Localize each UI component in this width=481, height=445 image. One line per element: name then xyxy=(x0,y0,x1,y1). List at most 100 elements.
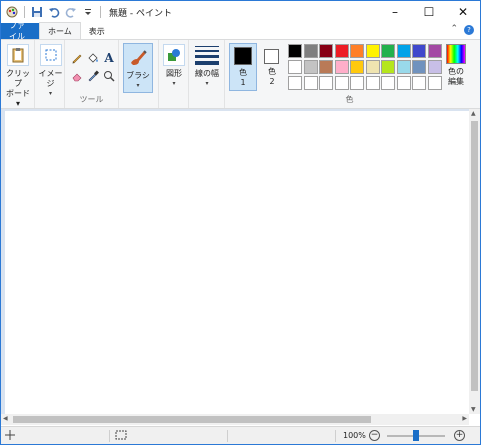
drawing-canvas[interactable] xyxy=(5,111,469,414)
status-divider-1 xyxy=(109,430,110,442)
palette-swatch[interactable] xyxy=(288,76,302,90)
palette-swatch[interactable] xyxy=(334,44,349,58)
magnifier-icon[interactable] xyxy=(101,68,117,84)
palette-swatch[interactable] xyxy=(412,76,426,90)
edit-colors-label-2: 編集 xyxy=(448,77,464,86)
ribbon-tabs: ファイル ホーム 表示 ⌃ ? xyxy=(1,21,480,41)
pencil-icon[interactable] xyxy=(69,50,85,66)
palette-swatch[interactable] xyxy=(334,60,349,74)
palette-swatch[interactable] xyxy=(350,76,364,90)
zoom-in-button[interactable]: + xyxy=(454,430,465,441)
vertical-scroll-thumb[interactable] xyxy=(471,121,478,391)
size-button[interactable]: 線の幅 ▾ xyxy=(191,44,223,89)
clipboard-label: クリップ xyxy=(6,69,30,88)
palette-swatch[interactable] xyxy=(427,44,442,58)
color1-label: 色 1 xyxy=(230,68,256,88)
palette-swatch[interactable] xyxy=(288,60,302,74)
zoom-slider-thumb[interactable] xyxy=(413,430,419,441)
palette-swatch[interactable] xyxy=(365,44,380,58)
color2-label-num: 2 xyxy=(269,77,275,86)
tab-home[interactable]: ホーム xyxy=(39,22,81,39)
image-label: イメージ xyxy=(38,69,63,88)
palette-swatch[interactable] xyxy=(427,60,442,74)
text-tool-icon[interactable]: A xyxy=(101,50,117,66)
tools-group: A ツール xyxy=(65,40,119,108)
size-group: 線の幅 ▾ xyxy=(189,40,225,108)
palette-swatch[interactable] xyxy=(396,76,411,90)
palette-swatch[interactable] xyxy=(319,60,333,74)
scroll-left-icon[interactable]: ◀ xyxy=(3,415,8,422)
window-controls: – ☐ ✕ xyxy=(378,1,480,23)
palette-swatch[interactable] xyxy=(319,44,333,58)
palette-swatch[interactable] xyxy=(381,44,395,58)
palette-swatch[interactable] xyxy=(303,60,318,74)
palette-swatch[interactable] xyxy=(319,76,333,90)
workspace xyxy=(1,109,469,414)
clipboard-label-2: ボード▾ xyxy=(6,89,30,108)
clipboard-group: クリップ ボード▾ xyxy=(1,40,35,108)
palette-swatch[interactable] xyxy=(303,44,318,58)
tab-file[interactable]: ファイル xyxy=(1,21,39,41)
colors-group-label: 色 xyxy=(345,95,354,104)
scroll-right-icon[interactable]: ▶ xyxy=(462,415,467,422)
shapes-dropdown-arrow: ▾ xyxy=(172,80,176,87)
color2-label-text: 色 xyxy=(268,67,276,76)
color2-label: 色 2 xyxy=(259,67,285,87)
save-icon[interactable] xyxy=(30,5,44,19)
help-icon[interactable]: ? xyxy=(464,25,474,35)
palette-swatch[interactable] xyxy=(365,76,380,90)
select-icon xyxy=(39,44,62,66)
edit-colors-button[interactable]: 色の 編集 xyxy=(443,44,469,87)
tab-view[interactable]: 表示 xyxy=(81,23,113,39)
customize-quick-access-icon[interactable] xyxy=(81,5,95,19)
line-width-icon xyxy=(195,44,219,66)
palette-swatch[interactable] xyxy=(412,44,426,58)
color-picker-icon[interactable] xyxy=(85,68,101,84)
image-button[interactable]: イメージ ▾ xyxy=(37,44,64,99)
size-dropdown-arrow: ▾ xyxy=(205,80,209,87)
color1-label-text: 色 xyxy=(239,68,247,77)
shapes-button[interactable]: 図形 ▾ xyxy=(161,44,187,89)
palette-swatch[interactable] xyxy=(381,60,395,74)
palette-swatch[interactable] xyxy=(381,76,395,90)
maximize-button[interactable]: ☐ xyxy=(412,1,446,23)
color1-button[interactable]: 色 1 xyxy=(229,43,257,91)
window-title: 無題 - ペイント xyxy=(109,8,172,19)
undo-icon[interactable] xyxy=(47,5,61,19)
scroll-down-icon[interactable]: ▼ xyxy=(471,406,476,413)
redo-icon[interactable] xyxy=(64,5,78,19)
shapes-icon xyxy=(163,44,185,66)
palette-swatch[interactable] xyxy=(427,76,442,90)
palette-swatch[interactable] xyxy=(350,60,364,74)
palette-swatch[interactable] xyxy=(365,60,380,74)
zoom-out-button[interactable]: − xyxy=(369,430,380,441)
clipboard-icon xyxy=(7,44,29,66)
palette-swatch[interactable] xyxy=(288,44,302,58)
cursor-position-icon xyxy=(5,430,15,442)
palette-swatch[interactable] xyxy=(396,44,411,58)
clipboard-button[interactable]: クリップ ボード▾ xyxy=(5,44,31,109)
horizontal-scrollbar[interactable]: ◀ ▶ xyxy=(1,414,469,425)
close-button[interactable]: ✕ xyxy=(446,1,480,23)
scroll-up-icon[interactable]: ▲ xyxy=(471,110,476,117)
brushes-group xyxy=(119,40,159,108)
palette-swatch[interactable] xyxy=(303,76,318,90)
palette-swatch[interactable] xyxy=(396,60,411,74)
fill-bucket-icon[interactable] xyxy=(85,50,101,66)
color1-label-num: 1 xyxy=(240,78,246,87)
palette-swatch[interactable] xyxy=(412,60,426,74)
color2-swatch xyxy=(264,49,279,64)
horizontal-scroll-thumb[interactable] xyxy=(13,416,371,423)
eraser-icon[interactable] xyxy=(69,68,85,84)
paint-app-icon[interactable] xyxy=(5,5,19,19)
vertical-scrollbar[interactable]: ▲ ▼ xyxy=(469,109,480,414)
palette-swatch[interactable] xyxy=(334,76,349,90)
collapse-ribbon-icon[interactable]: ⌃ xyxy=(450,24,458,34)
minimize-button[interactable]: – xyxy=(378,1,412,23)
size-label: 線の幅 xyxy=(195,69,219,78)
shapes-group: 図形 ▾ xyxy=(159,40,189,108)
color2-button[interactable]: 色 2 xyxy=(259,43,285,91)
shapes-label: 図形 xyxy=(166,69,182,78)
palette-swatch[interactable] xyxy=(350,44,364,58)
paint-window: 無題 - ペイント – ☐ ✕ ファイル ホーム 表示 ⌃ ? クリップ ボード… xyxy=(0,0,481,445)
